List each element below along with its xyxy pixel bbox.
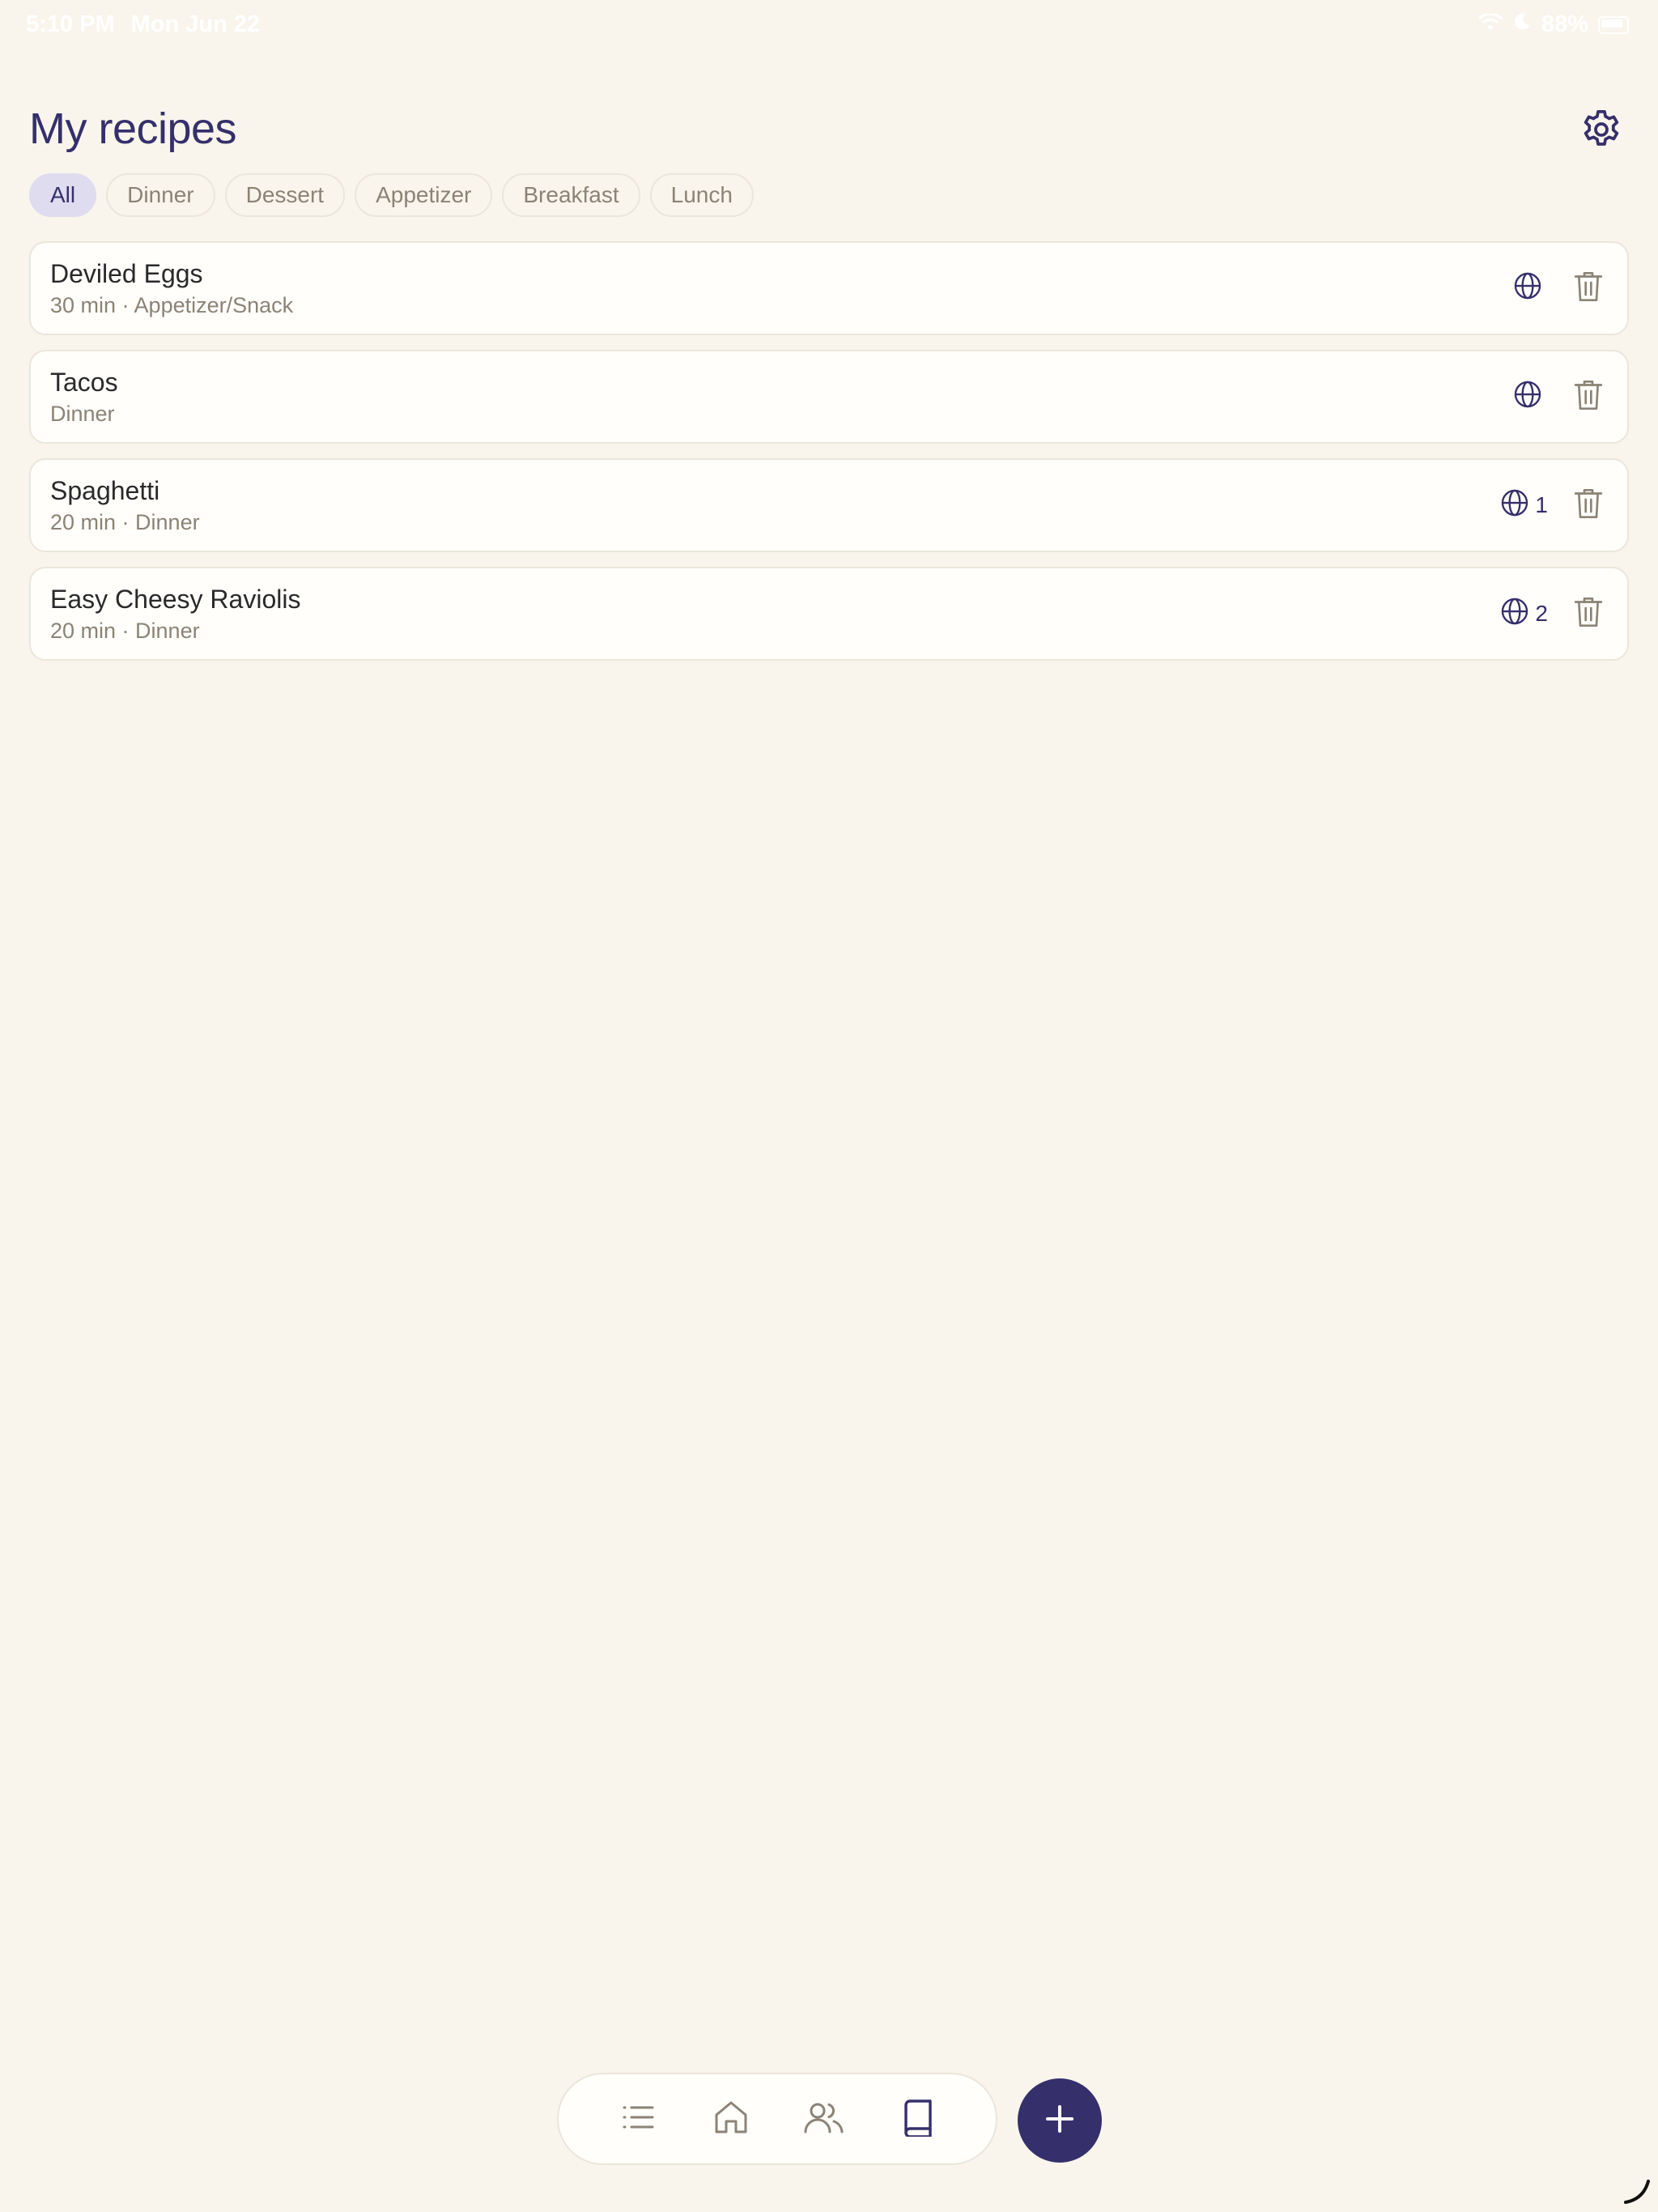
trash-icon: [1572, 377, 1605, 417]
status-date: Mon Jun 22: [130, 11, 261, 37]
category-filters: All Dinner Dessert Appetizer Breakfast L…: [29, 173, 754, 217]
people-icon: [803, 2098, 845, 2141]
book-icon: [898, 2098, 937, 2141]
recipe-name: Spaghetti: [50, 476, 160, 505]
filter-chip-dessert[interactable]: Dessert: [224, 173, 346, 217]
status-bar: 5:10 PM Mon Jun 22 88%: [0, 0, 1658, 52]
add-recipe-button[interactable]: [1018, 2078, 1102, 2163]
bottom-nav: [557, 2073, 997, 2165]
filter-chip-all[interactable]: All: [29, 173, 97, 217]
recipe-card[interactable]: Deviled Eggs 30 min · Appetizer/Snack: [29, 241, 1629, 335]
settings-button[interactable]: [1574, 104, 1629, 159]
resize-handle-icon: [1621, 2175, 1653, 2207]
page-title: My recipes: [29, 104, 237, 153]
share-count: 2: [1535, 601, 1548, 626]
status-left: 5:10 PM Mon Jun 22: [26, 11, 260, 38]
trash-icon: [1572, 486, 1605, 525]
nav-recipes[interactable]: [889, 2091, 946, 2147]
nav-home[interactable]: [703, 2091, 759, 2147]
recipe-card[interactable]: Tacos Dinner: [29, 350, 1629, 444]
list-icon: [619, 2098, 657, 2141]
nav-list[interactable]: [610, 2091, 666, 2147]
card-actions: 2: [1499, 568, 1613, 659]
recipe-meta: Dinner: [50, 402, 115, 426]
share-button[interactable]: 1: [1499, 487, 1548, 524]
status-time: 5:10 PM: [26, 11, 115, 37]
delete-button[interactable]: [1564, 264, 1613, 313]
recipe-name: Deviled Eggs: [50, 259, 203, 288]
gear-icon: [1579, 107, 1624, 156]
plus-icon: [1044, 2103, 1076, 2139]
delete-button[interactable]: [1564, 372, 1613, 421]
card-actions: [1499, 351, 1613, 442]
card-actions: 1: [1499, 460, 1613, 551]
recipe-name: Tacos: [50, 368, 118, 397]
recipe-card[interactable]: Easy Cheesy Raviolis 20 min · Dinner 2: [29, 567, 1629, 661]
delete-button[interactable]: [1564, 589, 1613, 638]
home-icon: [712, 2098, 750, 2141]
trash-icon: [1572, 594, 1605, 634]
filter-chip-lunch[interactable]: Lunch: [649, 173, 754, 217]
recipe-meta: 20 min · Dinner: [50, 510, 200, 534]
recipe-meta: 30 min · Appetizer/Snack: [50, 293, 294, 317]
card-actions: [1499, 243, 1613, 334]
recipe-name: Easy Cheesy Raviolis: [50, 585, 301, 614]
moon-icon: [1512, 11, 1532, 38]
recipe-list: Deviled Eggs 30 min · Appetizer/Snack Ta…: [29, 241, 1629, 661]
share-count: 1: [1535, 492, 1548, 517]
recipe-card[interactable]: Spaghetti 20 min · Dinner 1: [29, 458, 1629, 552]
header: My recipes: [29, 97, 1629, 162]
globe-icon: [1512, 379, 1543, 415]
trash-icon: [1572, 269, 1605, 308]
delete-button[interactable]: [1564, 481, 1613, 530]
wifi-icon: [1477, 11, 1503, 38]
battery-icon: [1598, 15, 1629, 34]
nav-people[interactable]: [796, 2091, 852, 2147]
share-button[interactable]: [1499, 379, 1548, 415]
globe-icon: [1499, 596, 1530, 632]
globe-icon: [1512, 270, 1543, 307]
battery-percent: 88%: [1541, 11, 1588, 37]
globe-icon: [1499, 487, 1530, 524]
filter-chip-appetizer[interactable]: Appetizer: [355, 173, 493, 217]
recipe-meta: 20 min · Dinner: [50, 619, 200, 643]
filter-chip-breakfast[interactable]: Breakfast: [502, 173, 640, 217]
share-button[interactable]: [1499, 270, 1548, 307]
status-right: 88%: [1477, 11, 1629, 38]
filter-chip-dinner[interactable]: Dinner: [106, 173, 215, 217]
share-button[interactable]: 2: [1499, 596, 1548, 632]
